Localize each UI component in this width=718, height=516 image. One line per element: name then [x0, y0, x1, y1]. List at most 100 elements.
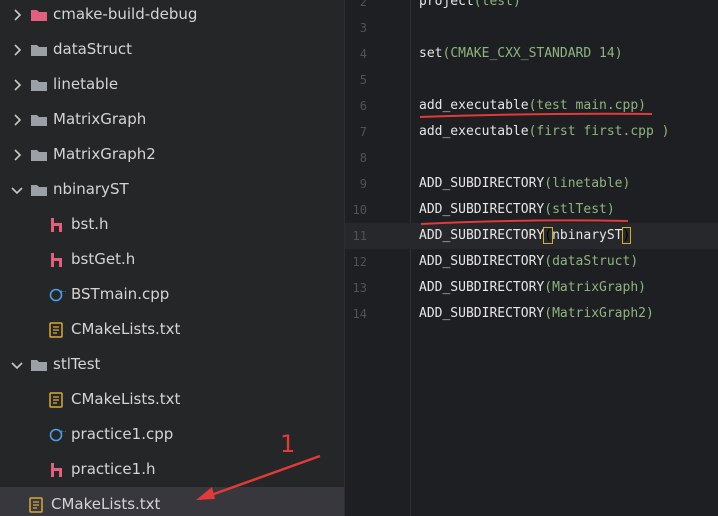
- line-number: 10: [352, 203, 367, 217]
- tree-item-label: stlTest: [53, 355, 101, 373]
- tree-folder-4[interactable]: MatrixGraph2: [0, 137, 344, 172]
- code-text: ADD_SUBDIRECTORY(nbinaryST): [419, 223, 632, 249]
- line-number: 4: [359, 47, 367, 61]
- tree-item-label: CMakeLists.txt: [51, 495, 161, 513]
- tree-folder-0[interactable]: cmake-build-debug: [0, 0, 344, 32]
- code-token: ): [630, 254, 639, 269]
- tree-file-14[interactable]: CMakeLists.txt: [0, 487, 344, 516]
- code-line[interactable]: 10 ADD_SUBDIRECTORY(stlTest): [345, 197, 718, 223]
- code-token: MatrixGraph: [552, 280, 639, 295]
- tree-folder-2[interactable]: linetable: [0, 67, 344, 102]
- code-token: ): [622, 176, 631, 191]
- tree-file-8[interactable]: ++ BSTmain.cpp: [0, 277, 344, 312]
- line-number: 7: [359, 125, 367, 139]
- code-token: ADD_SUBDIRECTORY: [419, 176, 545, 191]
- folder-icon: [30, 147, 48, 163]
- code-token: add_executable: [419, 124, 529, 139]
- chevron-right-icon[interactable]: [10, 113, 24, 127]
- cpp-file-icon: ++: [48, 427, 66, 443]
- chevron-right-icon[interactable]: [10, 78, 24, 92]
- code-text: ADD_SUBDIRECTORY(stlTest): [419, 197, 615, 223]
- line-number: 11: [352, 229, 367, 243]
- code-token: set: [419, 46, 443, 61]
- code-line[interactable]: 7 add_executable(first first.cpp ): [345, 119, 718, 145]
- tree-folder-10[interactable]: stlTest: [0, 347, 344, 382]
- code-text: add_executable(test main.cpp): [419, 93, 646, 119]
- code-token: (: [544, 176, 553, 191]
- code-token: ): [614, 46, 623, 61]
- code-line[interactable]: 9 ADD_SUBDIRECTORY(linetable): [345, 171, 718, 197]
- code-token: ): [638, 98, 646, 113]
- code-token: ADD_SUBDIRECTORY: [419, 228, 545, 243]
- tree-file-11[interactable]: CMakeLists.txt: [0, 382, 344, 417]
- tree-item-label: CMakeLists.txt: [71, 390, 181, 408]
- tree-file-13[interactable]: practice1.h: [0, 452, 344, 487]
- cmake-file-icon: [48, 391, 66, 408]
- code-text: ADD_SUBDIRECTORY(MatrixGraph): [419, 275, 646, 301]
- svg-text:++: ++: [59, 429, 66, 436]
- tree-item-label: BSTmain.cpp: [71, 285, 170, 303]
- tree-item-label: nbinaryST: [53, 180, 129, 198]
- code-line[interactable]: 5: [345, 67, 718, 93]
- code-token: ADD_SUBDIRECTORY: [419, 280, 545, 295]
- tree-item-label: linetable: [53, 75, 119, 93]
- line-number: 13: [352, 281, 367, 295]
- c-header-file-icon: [48, 462, 66, 478]
- chevron-down-icon[interactable]: [10, 183, 24, 197]
- folder-icon: [30, 42, 48, 58]
- tree-item-label: practice1.h: [71, 460, 156, 478]
- tree-file-12[interactable]: ++ practice1.cpp: [0, 417, 344, 452]
- code-token: project: [419, 0, 474, 9]
- code-token: ): [645, 306, 654, 321]
- code-text: add_executable(first first.cpp ): [419, 119, 669, 145]
- code-line[interactable]: 8: [345, 145, 718, 171]
- code-line[interactable]: 6 add_executable(test main.cpp): [345, 93, 718, 119]
- code-editor[interactable]: 2 project ( test) 3 4 set ( CMAKE_CXX_STANDARD 1…: [345, 0, 718, 516]
- code-line[interactable]: 2 project(test): [345, 0, 718, 15]
- code-line[interactable]: 4 set(CMAKE_CXX_STANDARD 14): [345, 41, 718, 67]
- tree-item-label: dataStruct: [53, 40, 132, 58]
- code-token: ): [621, 227, 632, 244]
- code-token: test: [481, 0, 513, 9]
- chevron-down-icon[interactable]: [10, 358, 24, 372]
- chevron-right-icon[interactable]: [10, 8, 24, 22]
- code-token: first first.cpp: [536, 124, 662, 139]
- line-number: 2: [359, 0, 367, 9]
- tree-folder-3[interactable]: MatrixGraph: [0, 102, 344, 137]
- tree-file-7[interactable]: bstGet.h: [0, 242, 344, 277]
- line-number: 9: [359, 177, 367, 191]
- code-token: stlTest: [552, 202, 607, 217]
- c-header-file-icon: [48, 217, 66, 233]
- tree-file-6[interactable]: bst.h: [0, 207, 344, 242]
- folder-icon: [30, 357, 48, 373]
- code-line[interactable]: 3: [345, 15, 718, 41]
- code-token: CMAKE_CXX_STANDARD 14: [450, 46, 615, 61]
- chevron-right-icon[interactable]: [10, 43, 24, 57]
- code-token: MatrixGraph2: [552, 306, 646, 321]
- tree-folder-1[interactable]: dataStruct: [0, 32, 344, 67]
- line-number: 12: [352, 255, 367, 269]
- code-token: ADD_SUBDIRECTORY: [419, 202, 545, 217]
- c-header-file-icon: [48, 252, 66, 268]
- code-text: ADD_SUBDIRECTORY(MatrixGraph2): [419, 301, 654, 327]
- code-line[interactable]: 14 ADD_SUBDIRECTORY(MatrixGraph2): [345, 301, 718, 327]
- code-line[interactable]: 13 ADD_SUBDIRECTORY(MatrixGraph): [345, 275, 718, 301]
- tree-item-label: MatrixGraph: [53, 110, 147, 128]
- folder-icon: [30, 182, 48, 198]
- tree-folder-5[interactable]: nbinaryST: [0, 172, 344, 207]
- folder-icon: [30, 7, 48, 23]
- code-token: ADD_SUBDIRECTORY: [419, 254, 545, 269]
- line-number: 14: [352, 307, 367, 321]
- cpp-file-icon: ++: [48, 287, 66, 303]
- code-token: test main.cpp: [536, 98, 639, 113]
- chevron-right-icon[interactable]: [10, 148, 24, 162]
- tree-file-9[interactable]: CMakeLists.txt: [0, 312, 344, 347]
- code-token: ): [606, 202, 615, 217]
- code-line[interactable]: 12 ADD_SUBDIRECTORY(dataStruct): [345, 249, 718, 275]
- tree-item-label: CMakeLists.txt: [71, 320, 181, 338]
- tree-item-label: practice1.cpp: [71, 425, 174, 443]
- code-token: ): [661, 124, 670, 139]
- code-line[interactable]: 11 ADD_SUBDIRECTORY(nbinaryST): [345, 223, 718, 249]
- tree-item-label: MatrixGraph2: [53, 145, 156, 163]
- code-token: (: [544, 280, 553, 295]
